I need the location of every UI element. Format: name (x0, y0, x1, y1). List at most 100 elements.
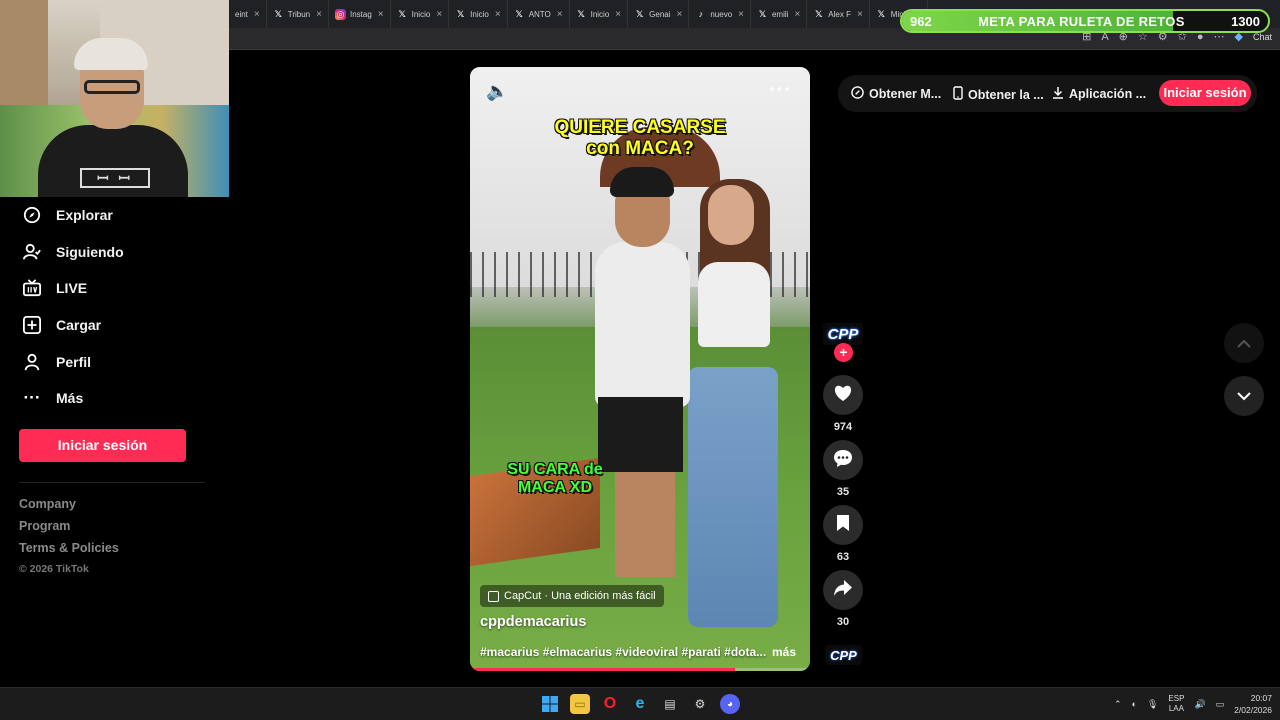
edge-icon[interactable]: e (630, 694, 650, 714)
browser-tab[interactable]: 𝕏 Inicio × (570, 0, 629, 28)
footer-link-terms[interactable]: Terms & Policies (19, 541, 119, 555)
app-window-icon[interactable]: ▤ (660, 694, 680, 714)
microphone-icon[interactable]: 🎙 (1147, 699, 1158, 710)
next-video-button[interactable] (1224, 376, 1264, 416)
browser-tab[interactable]: 𝕏 Genai × (628, 0, 690, 28)
close-icon[interactable]: × (254, 9, 260, 20)
video-man-hair (610, 167, 674, 197)
taskbar-clock[interactable]: 20:07 2/02/2026 (1234, 692, 1272, 716)
get-app-label: Obtener la ... (968, 87, 1044, 102)
capcut-icon (488, 590, 499, 602)
close-icon[interactable]: × (794, 9, 800, 20)
browser-tab[interactable]: eint × (229, 0, 267, 28)
share-button[interactable] (823, 570, 863, 610)
language-bottom: LAA (1168, 704, 1184, 713)
browser-tab[interactable]: 𝕏emili × (751, 0, 808, 28)
file-explorer-icon[interactable]: ▭ (570, 694, 590, 714)
comment-button[interactable] (823, 440, 863, 480)
save-button[interactable] (823, 505, 863, 545)
tray-overflow-icon[interactable]: ⌃ (1114, 699, 1122, 710)
follow-plus-icon[interactable]: + (834, 343, 853, 362)
top-login-button[interactable]: Iniciar sesión (1159, 80, 1251, 106)
browser-tab[interactable]: 𝕏 Inicio × (449, 0, 508, 28)
sidebar-item-cargar[interactable]: Cargar (22, 315, 101, 335)
goal-title: META PARA RULETA DE RETOS (978, 13, 1185, 29)
browser-tab[interactable]: 𝕏 Inicio × (391, 0, 450, 28)
browser-tab[interactable]: ◎ Instag × (329, 0, 391, 28)
creator-avatar[interactable]: CPP (823, 323, 863, 345)
tab-label: Inicio (411, 9, 431, 19)
browser-tab[interactable]: 𝕏 Alex F × (807, 0, 870, 28)
browser-tab[interactable]: 𝕏 ANTO × (508, 0, 570, 28)
tab-label: ANTO (528, 9, 551, 19)
tray-app-icon[interactable]: ◐ (1132, 699, 1137, 709)
x-icon: 𝕏 (815, 8, 823, 19)
close-icon[interactable]: × (557, 9, 563, 20)
discord-icon[interactable]: ◕ (720, 694, 740, 714)
monitor-icon[interactable]: ▭ (1216, 699, 1225, 710)
language-top: ESP (1168, 694, 1185, 703)
video-caption-bottom-text: SU CARA de MACA XD (507, 461, 603, 496)
close-icon[interactable]: × (495, 9, 501, 20)
video-caption-bottom: SU CARA de MACA XD (495, 461, 615, 497)
video-progress-bar[interactable] (470, 668, 810, 671)
clock-time: 20:07 (1250, 693, 1272, 703)
game-app-icon[interactable]: ⚙ (690, 694, 710, 714)
tab-label: Alex F (828, 9, 851, 19)
speaker-icon[interactable]: 🔊 (1194, 699, 1205, 710)
close-icon[interactable]: × (615, 9, 621, 20)
comment-count: 35 (836, 486, 850, 498)
chat-label[interactable]: Chat (1253, 32, 1272, 42)
close-icon[interactable]: × (738, 9, 744, 20)
footer-link-company[interactable]: Company (19, 497, 76, 511)
get-coins-button[interactable]: Obtener M... (851, 86, 941, 102)
tab-label: nuevo (710, 9, 733, 19)
windows-start-icon[interactable] (540, 694, 560, 714)
sidebar-item-label: Explorar (56, 207, 113, 223)
download-app-button[interactable]: Aplicación ... (1052, 86, 1146, 102)
close-icon[interactable]: × (378, 9, 384, 20)
chevron-down-icon (1237, 388, 1251, 405)
windows-taskbar: ▭ O e ▤ ⚙ ◕ ⌃ ◐ 🎙 ESP LAA 🔊 ▭ 20:07 2/02… (0, 687, 1280, 720)
x-icon: 𝕏 (577, 8, 585, 19)
download-app-label: Aplicación ... (1069, 87, 1147, 101)
more-options-icon[interactable]: ··· (769, 79, 792, 102)
tab-label: Instag (349, 9, 372, 19)
like-button[interactable] (823, 375, 863, 415)
sidebar-item-mas[interactable]: ··· Más (22, 388, 84, 408)
goal-current: 962 (910, 13, 932, 29)
language-indicator[interactable]: ESP LAA (1168, 694, 1184, 714)
x-icon: 𝕏 (457, 8, 465, 19)
close-icon[interactable]: × (436, 9, 442, 20)
footer-link-program[interactable]: Program (19, 519, 70, 533)
opera-icon[interactable]: O (600, 694, 620, 714)
sidebar-item-perfil[interactable]: Perfil (22, 352, 91, 372)
coin-icon (851, 86, 864, 102)
webcam-glasses (84, 80, 140, 94)
volume-icon[interactable]: 🔈 (486, 81, 508, 102)
user-following-icon (22, 242, 42, 262)
video-author[interactable]: cppdemacarius (480, 614, 586, 630)
sidebar-item-explorar[interactable]: Explorar (22, 205, 113, 225)
music-disc-avatar[interactable]: CPP (825, 645, 862, 665)
sidebar-item-siguiendo[interactable]: Siguiendo (22, 242, 124, 262)
webcam-shirt-print: ꟷ ꟷ (80, 168, 150, 188)
video-caption-top-text: QUIERE CASARSE con MACA? (554, 117, 726, 159)
video-progress-fill (470, 668, 736, 671)
browser-tab[interactable]: 𝕏 Tribun × (267, 0, 329, 28)
more-text-button[interactable]: más (772, 645, 796, 659)
get-app-button[interactable]: Obtener la ... (953, 86, 1044, 103)
sidebar-item-label: Perfil (56, 354, 92, 370)
sidebar-login-button[interactable]: Iniciar sesión (19, 429, 186, 462)
capcut-badge[interactable]: CapCut · Una edición más fácil (480, 585, 664, 607)
browser-tab[interactable]: ♪ nuevo × (689, 0, 751, 28)
close-icon[interactable]: × (857, 9, 863, 20)
previous-video-button[interactable] (1224, 323, 1264, 363)
video-player[interactable]: QUIERE CASARSE con MACA? SU CARA de MACA X… (470, 67, 810, 671)
sidebar-item-live[interactable]: LIVE (22, 278, 87, 298)
tab-label: eint (235, 9, 248, 19)
close-icon[interactable]: × (316, 9, 322, 20)
close-icon[interactable]: × (677, 9, 683, 20)
video-tags[interactable]: #macarius #elmacarius #videoviral #parat… (480, 645, 766, 659)
x-icon: 𝕏 (274, 8, 282, 19)
